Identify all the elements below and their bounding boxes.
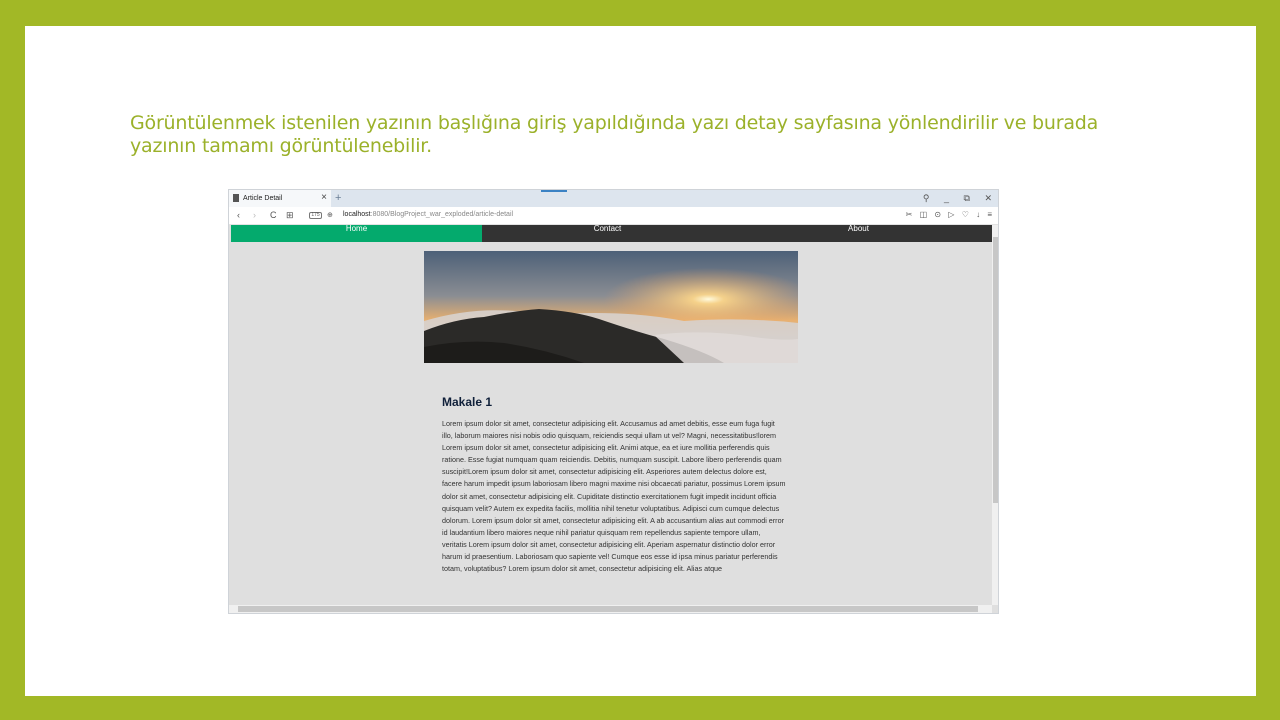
- close-window-button[interactable]: ✕: [984, 193, 992, 203]
- play-icon[interactable]: ▷: [948, 210, 954, 219]
- nav-contact[interactable]: Contact: [482, 225, 733, 242]
- scissors-icon[interactable]: ✂: [906, 210, 913, 219]
- nav-about[interactable]: About: [733, 225, 984, 242]
- minimize-button[interactable]: _: [944, 193, 949, 203]
- url-host: localhost: [343, 211, 371, 218]
- toolbar-icons: ✂ ◫ ⊙ ▷ ♡ ↓ ≡: [901, 210, 992, 219]
- tab-title: Article Detail: [243, 195, 283, 202]
- site-navbar: Home Contact About: [231, 225, 992, 242]
- tab-article-detail[interactable]: Article Detail ×: [229, 190, 331, 207]
- nav-home[interactable]: Home: [231, 225, 482, 242]
- loading-indicator: [541, 190, 567, 192]
- download-icon[interactable]: ↓: [976, 210, 980, 219]
- vertical-scroll-thumb[interactable]: [993, 237, 998, 503]
- apps-icon[interactable]: ⊞: [286, 209, 294, 222]
- caption-line-2: yazının tamamı görüntülenebilir.: [130, 135, 432, 157]
- tab-bar: Article Detail × + ⚲ _ ⧉ ✕: [229, 190, 998, 207]
- url-path: :8080/BlogProject_war_exploded/article-d…: [370, 211, 514, 218]
- restore-button[interactable]: ⧉: [964, 193, 970, 203]
- forward-icon[interactable]: ›: [253, 209, 256, 222]
- window-controls: ⚲ _ ⧉ ✕: [911, 190, 992, 207]
- camera-icon[interactable]: ◫: [920, 210, 928, 219]
- close-tab-icon[interactable]: ×: [321, 190, 327, 206]
- caption-line-1: Görüntülenmek istenilen yazının başlığın…: [130, 112, 1099, 134]
- horizontal-scroll-thumb[interactable]: [238, 606, 978, 612]
- vertical-scrollbar[interactable]: [992, 225, 998, 605]
- back-icon[interactable]: ‹: [237, 209, 240, 222]
- reload-icon[interactable]: C: [270, 209, 277, 222]
- article-title: Makale 1: [442, 395, 493, 409]
- hero-image: [424, 251, 798, 363]
- heart-icon[interactable]: ♡: [962, 210, 969, 219]
- new-tab-button[interactable]: +: [335, 190, 341, 206]
- horizontal-scrollbar[interactable]: [229, 605, 992, 613]
- slide-caption: Görüntülenmek istenilen yazının başlığın…: [130, 112, 1130, 158]
- extension-icon[interactable]: ⊙: [934, 210, 941, 219]
- browser-window: Article Detail × + ⚲ _ ⧉ ✕ ‹ › C ⊞ 175 ⊕…: [228, 189, 999, 614]
- address-bar: ‹ › C ⊞ 175 ⊕ localhost:8080/BlogProject…: [229, 207, 998, 225]
- url-field[interactable]: localhost:8080/BlogProject_war_exploded/…: [343, 211, 513, 218]
- menu-icon[interactable]: ≡: [987, 210, 992, 219]
- shield-badge[interactable]: 175: [309, 212, 322, 219]
- article-body: Lorem ipsum dolor sit amet, consectetur …: [442, 419, 786, 574]
- globe-icon: ⊕: [327, 212, 333, 219]
- search-icon[interactable]: ⚲: [923, 193, 930, 203]
- document-icon: [233, 194, 239, 202]
